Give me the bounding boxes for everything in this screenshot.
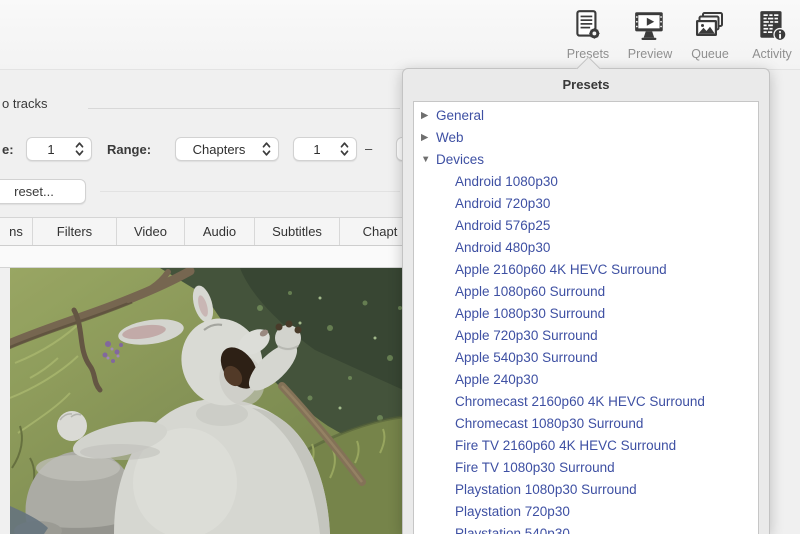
preset-item[interactable]: Chromecast 2160p60 4K HEVC Surround <box>414 390 758 412</box>
toolbar-label: Queue <box>691 47 729 61</box>
preset-item[interactable]: Apple 720p30 Surround <box>414 324 758 346</box>
preset-item[interactable]: Playstation 540p30 <box>414 522 758 534</box>
preset-item[interactable]: Android 480p30 <box>414 236 758 258</box>
tab-video[interactable]: Video <box>117 218 185 245</box>
preset-label: Chromecast 1080p30 Surround <box>455 416 643 431</box>
activity-icon <box>757 7 787 45</box>
preset-label: Apple 2160p60 4K HEVC Surround <box>455 262 667 277</box>
tab-subtitles[interactable]: Subtitles <box>255 218 340 245</box>
preset-label: Fire TV 1080p30 Surround <box>455 460 615 475</box>
preset-label: Devices <box>436 152 484 167</box>
preset-label: Apple 1080p30 Surround <box>455 306 605 321</box>
preset-item[interactable]: Fire TV 2160p60 4K HEVC Surround <box>414 434 758 456</box>
range-start-select[interactable]: 1 <box>293 137 357 161</box>
preview-toolbar-button[interactable]: Preview <box>620 7 680 67</box>
preset-label: Apple 1080p60 Surround <box>455 284 605 299</box>
preset-item[interactable]: Android 1080p30 <box>414 170 758 192</box>
disclosure-triangle-icon[interactable]: ▶ <box>421 132 436 143</box>
disclosure-triangle-icon[interactable]: ▼ <box>421 154 436 165</box>
preset-item[interactable]: Android 720p30 <box>414 192 758 214</box>
queue-toolbar-button[interactable]: Queue <box>684 7 736 67</box>
stepper-icon <box>75 141 84 157</box>
preset-label: Chromecast 2160p60 4K HEVC Surround <box>455 394 705 409</box>
preset-label: Android 576p25 <box>455 218 550 233</box>
video-preview <box>10 268 410 534</box>
preset-item[interactable]: Android 576p25 <box>414 214 758 236</box>
preset-label: Fire TV 2160p60 4K HEVC Surround <box>455 438 676 453</box>
chapters-select[interactable]: Chapters <box>175 137 279 161</box>
range-start-value: 1 <box>294 142 340 157</box>
section-divider <box>100 191 400 192</box>
popover-title: Presets <box>403 69 769 101</box>
tab-filters[interactable]: Filters <box>33 218 117 245</box>
presets-icon <box>573 7 603 45</box>
tab-audio[interactable]: Audio <box>185 218 255 245</box>
preset-group-web[interactable]: ▶ Web <box>414 126 758 148</box>
preset-item[interactable]: Chromecast 1080p30 Surround <box>414 412 758 434</box>
panel-strip <box>0 246 420 268</box>
preset-label: Apple 540p30 Surround <box>455 350 598 365</box>
range-separator: – <box>365 141 372 156</box>
preset-item[interactable]: Apple 1080p30 Surround <box>414 302 758 324</box>
preset-label: Web <box>436 130 464 145</box>
activity-toolbar-button[interactable]: Activity <box>744 7 800 67</box>
preset-label: Android 1080p30 <box>455 174 558 189</box>
preview-icon <box>633 7 667 45</box>
preset-item[interactable]: Playstation 720p30 <box>414 500 758 522</box>
bunny-illustration <box>10 268 410 534</box>
presets-popover: Presets ▶ General ▶ Web ▼ Devices Androi… <box>402 68 770 534</box>
preset-label: Android 720p30 <box>455 196 550 211</box>
tab-dimensions[interactable]: ns <box>0 218 33 245</box>
preset-label: Playstation 540p30 <box>455 526 570 534</box>
angle-value: 1 <box>27 142 75 157</box>
preset-label: Playstation 1080p30 Surround <box>455 482 637 497</box>
tab-bar: ns Filters Video Audio Subtitles Chapt <box>0 217 420 246</box>
preset-item[interactable]: Playstation 1080p30 Surround <box>414 478 758 500</box>
stepper-icon <box>262 141 271 157</box>
preset-item[interactable]: Apple 2160p60 4K HEVC Surround <box>414 258 758 280</box>
preset-list: ▶ General ▶ Web ▼ Devices Android 1080p3… <box>413 101 759 534</box>
disclosure-triangle-icon[interactable]: ▶ <box>421 110 436 121</box>
preset-label: Apple 720p30 Surround <box>455 328 598 343</box>
chapters-select-value: Chapters <box>176 142 262 157</box>
queue-icon <box>694 7 726 45</box>
preset-save-button[interactable]: reset... <box>0 179 86 204</box>
tracks-label: o tracks <box>2 96 48 111</box>
toolbar-label: Preview <box>628 47 672 61</box>
preset-label: Playstation 720p30 <box>455 504 570 519</box>
preset-item[interactable]: Apple 540p30 Surround <box>414 346 758 368</box>
stepper-icon <box>340 141 349 157</box>
preset-label: Apple 240p30 <box>455 372 538 387</box>
preset-item[interactable]: Apple 240p30 <box>414 368 758 390</box>
section-divider <box>88 108 400 109</box>
handbrake-window: Presets Preview <box>0 0 800 534</box>
preset-item[interactable]: Apple 1080p60 Surround <box>414 280 758 302</box>
preset-label: General <box>436 108 484 123</box>
preset-label: Android 480p30 <box>455 240 550 255</box>
preset-group-general[interactable]: ▶ General <box>414 104 758 126</box>
preset-group-devices[interactable]: ▼ Devices <box>414 148 758 170</box>
angle-stepper[interactable]: 1 <box>26 137 92 161</box>
toolbar: Presets Preview <box>0 0 800 70</box>
range-label: Range: <box>107 142 151 157</box>
toolbar-label: Activity <box>752 47 792 61</box>
preset-item[interactable]: Fire TV 1080p30 Surround <box>414 456 758 478</box>
angle-label: e: <box>2 142 14 157</box>
